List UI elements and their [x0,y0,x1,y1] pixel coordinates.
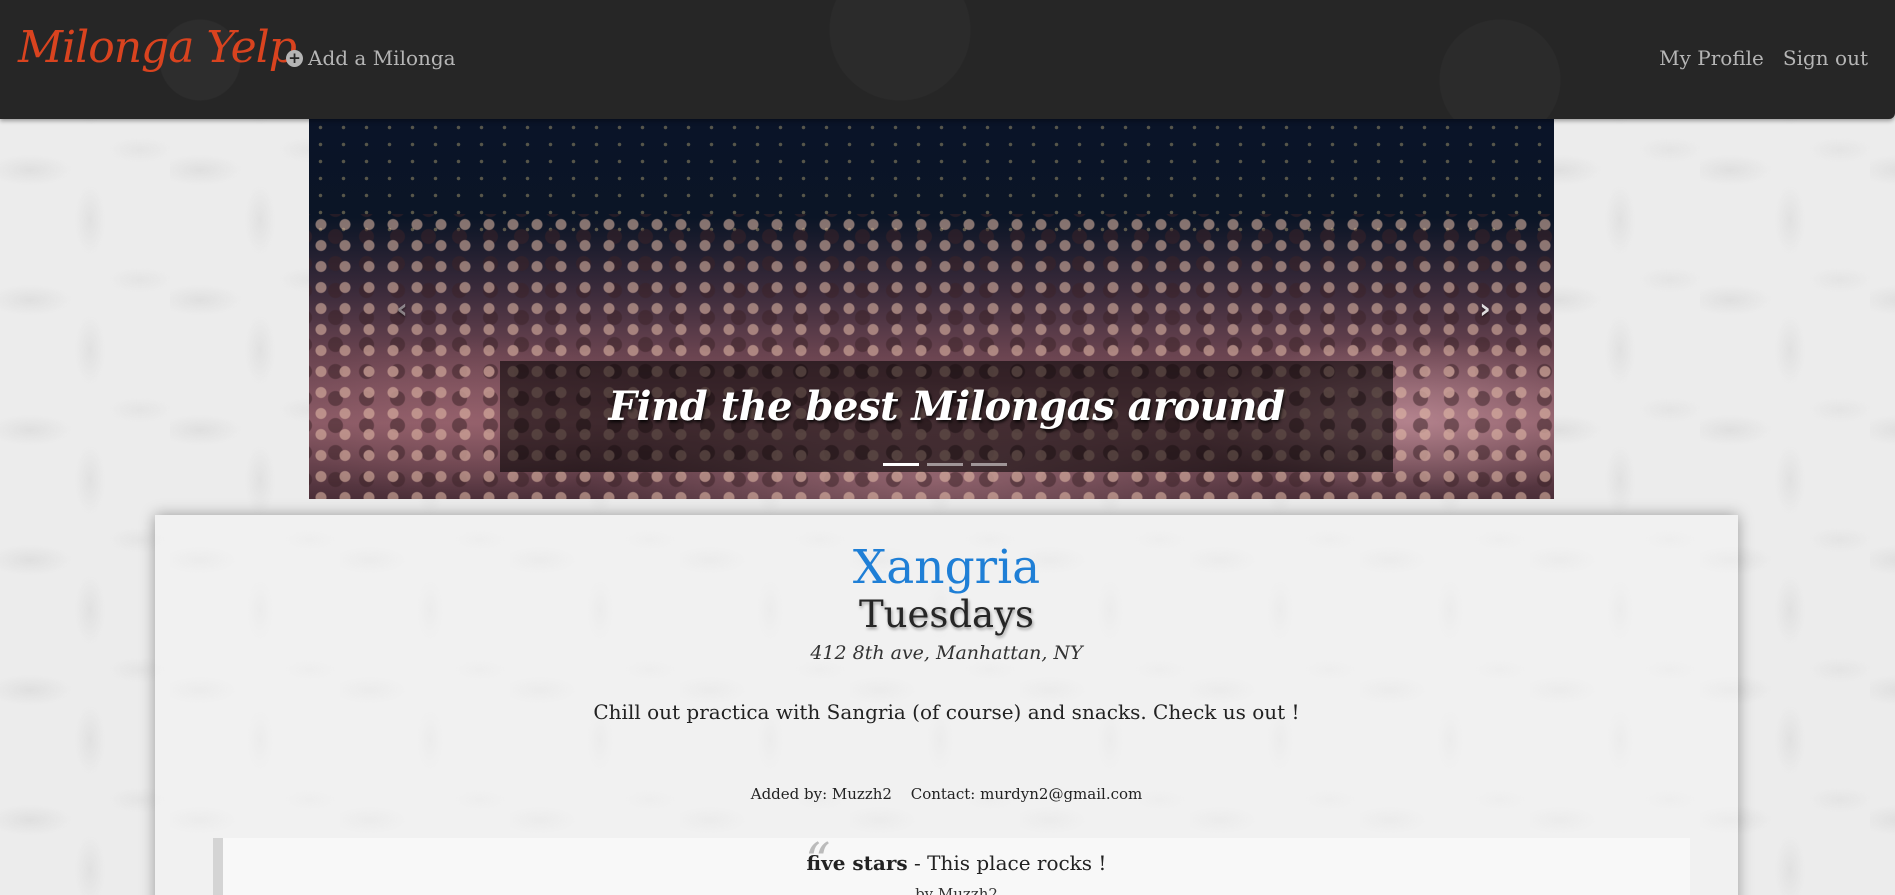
carousel-caption-text: Find the best Milongas around [608,383,1285,430]
milonga-name-link[interactable]: Xangria [155,540,1738,595]
top-navbar: Milonga Yelp + Add a Milonga My Profile … [0,0,1895,119]
milonga-address: 412 8th ave, Manhattan, NY [810,642,1083,664]
milonga-detail-card: Xangria Tuesdays 412 8th ave, Manhattan,… [155,515,1738,895]
brand-logo-link[interactable]: Milonga Yelp [18,22,297,73]
carousel-indicator-2[interactable] [927,463,963,466]
carousel-indicator-3[interactable] [971,463,1007,466]
carousel-next-chevron-icon[interactable]: › [1470,289,1500,329]
review-author: by Muzzh2 [915,885,998,895]
contact-text: Contact: murdyn2@gmail.com [910,785,1143,803]
milonga-meta: Added by: Muzzh2 Contact: murdyn2@gmail.… [155,785,1738,803]
review-blockquote: “ five stars - This place rocks ! by Muz… [213,832,1690,895]
carousel-caption: Find the best Milongas around [500,361,1393,472]
review-body: This place rocks ! [927,851,1107,875]
review-separator: - [907,851,928,875]
review-title: five stars [806,851,908,875]
my-profile-link[interactable]: My Profile [1659,46,1764,70]
nav-right-links: My Profile Sign out [1659,46,1868,70]
carousel-indicators [883,463,1007,466]
carousel-prev-chevron-icon[interactable]: ‹ [387,289,417,329]
plus-circle-icon: + [286,49,303,67]
milonga-description: Chill out practica with Sangria (of cour… [593,700,1300,724]
add-milonga-label: Add a Milonga [308,46,456,70]
added-by-text: Added by: Muzzh2 [750,785,892,803]
sign-out-link[interactable]: Sign out [1783,46,1868,70]
add-milonga-link[interactable]: + Add a Milonga [286,46,456,70]
milonga-day: Tuesdays [858,593,1035,636]
carousel-indicator-1[interactable] [883,463,919,466]
hero-carousel: ‹ › Find the best Milongas around [309,119,1554,499]
review-line: five stars - This place rocks ! [223,851,1690,875]
